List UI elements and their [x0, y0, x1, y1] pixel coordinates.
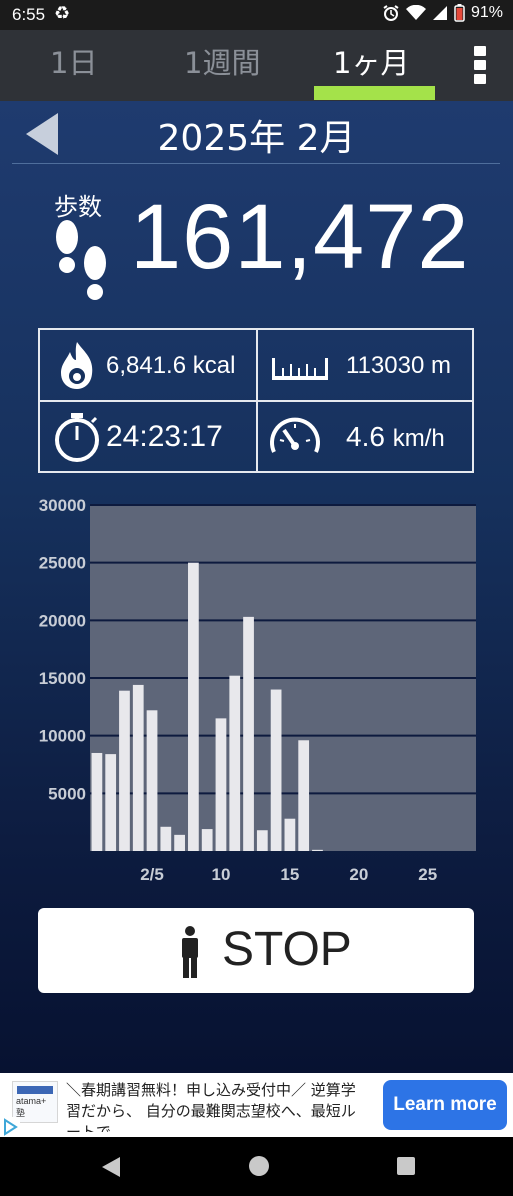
- chart-bar-day-8: [188, 562, 199, 851]
- nav-back-icon[interactable]: [100, 1156, 122, 1178]
- ad-text[interactable]: ＼春期講習無料！申し込み受付中／ 逆算学習だから、 自分の最難関志望校へ、最短ル…: [66, 1080, 368, 1132]
- status-time: 6:55: [12, 5, 46, 24]
- tab-month[interactable]: 1ヶ月: [333, 40, 409, 82]
- chart-bar-day-11: [229, 675, 241, 851]
- chart-bar-day-15: [284, 818, 296, 851]
- y-tick-label: 10000: [39, 727, 86, 746]
- x-tick-label: 20: [349, 865, 368, 884]
- battery-icon: [454, 4, 465, 22]
- recycle-icon: ♻: [54, 3, 71, 23]
- distance-value: 113030 m: [346, 352, 451, 379]
- ruler-icon: [272, 358, 328, 380]
- signal-icon: [432, 6, 447, 20]
- footprints-icon: [56, 220, 106, 300]
- ad-learn-more-button[interactable]: Learn more: [383, 1080, 507, 1130]
- tab-week[interactable]: 1週間: [184, 40, 260, 82]
- chart-bar-day-17: [312, 849, 323, 851]
- chart-bar-day-10: [215, 718, 227, 851]
- speed-value: 4.6 km/h: [346, 421, 445, 452]
- y-tick-label: 20000: [39, 611, 86, 630]
- walking-person-icon: [182, 926, 198, 978]
- month-title: 2025年 2月: [157, 118, 356, 159]
- chart-bar-day-12: [243, 616, 254, 851]
- duration-value: 24:23:17: [106, 420, 223, 453]
- speedometer-icon: [270, 417, 320, 453]
- nav-home-icon[interactable]: [249, 1156, 269, 1176]
- wifi-icon: [405, 5, 426, 20]
- chart-bar-day-9: [201, 829, 213, 851]
- stop-button-label: STOP: [222, 923, 352, 976]
- stopwatch-icon: [55, 413, 99, 462]
- chart-bar-day-7: [174, 834, 185, 851]
- overflow-menu-icon[interactable]: [472, 46, 488, 88]
- x-tick-label: 10: [212, 865, 231, 884]
- adchoices-icon[interactable]: [0, 1117, 20, 1137]
- status-bar: 6:55 ♻ 91%: [0, 0, 513, 30]
- chart-bar-day-3: [119, 690, 130, 851]
- y-tick-label: 25000: [39, 554, 86, 573]
- active-tab-indicator: [314, 86, 435, 100]
- chart-bar-day-16: [298, 740, 310, 851]
- steps-label: 歩数: [54, 193, 102, 221]
- x-tick-label: 25: [418, 865, 437, 884]
- y-tick-label: 30000: [39, 496, 86, 515]
- tab-day[interactable]: 1日: [50, 40, 97, 82]
- steps-value: 161,472: [130, 186, 470, 288]
- ad-banner[interactable]: atama+ 塾 ＼春期講習無料！申し込み受付中／ 逆算学習だから、 自分の最難…: [0, 1073, 513, 1137]
- chart-bar-day-14: [270, 689, 282, 851]
- chart-bar-day-5: [146, 710, 158, 851]
- stat-speed: 4.6 km/h: [258, 402, 474, 472]
- stop-button[interactable]: STOP: [38, 908, 474, 993]
- x-tick-label: 2/5: [140, 865, 164, 884]
- flame-icon: [61, 342, 93, 389]
- monthly-steps-chart: 30000 25000 20000 15000 10000 5000 2/5 10 15 20 25: [39, 496, 476, 884]
- chart-bar-day-13: [256, 830, 268, 851]
- alarm-icon: [383, 5, 399, 21]
- chart-bar-day-2: [105, 754, 117, 851]
- system-nav-bar: [0, 1137, 513, 1196]
- header-divider: [12, 163, 500, 164]
- x-tick-label: 15: [280, 865, 299, 884]
- y-tick-label: 15000: [39, 669, 86, 688]
- status-icons: 91%: [382, 4, 503, 22]
- nav-recents-icon[interactable]: [397, 1157, 415, 1175]
- chart-bar-day-1: [91, 752, 103, 851]
- stat-calories: 6,841.6 kcal: [40, 330, 256, 400]
- calories-value: 6,841.6 kcal: [106, 352, 236, 379]
- y-tick-label: 5000: [48, 784, 86, 803]
- battery-percent: 91%: [470, 4, 503, 21]
- stats-grid: 6,841.6 kcal 113030 m 24:23:17 4.6 km/h: [38, 328, 474, 473]
- period-tabs: 1日 1週間 1ヶ月: [0, 30, 513, 101]
- stat-duration: 24:23:17: [40, 402, 256, 472]
- stat-distance: 113030 m: [258, 330, 474, 400]
- chart-bar-day-6: [160, 826, 172, 851]
- chart-bar-day-4: [132, 684, 144, 851]
- main-panel: 2025年 2月 歩数 161,472 6,841.6 kcal 113030 …: [0, 101, 513, 1073]
